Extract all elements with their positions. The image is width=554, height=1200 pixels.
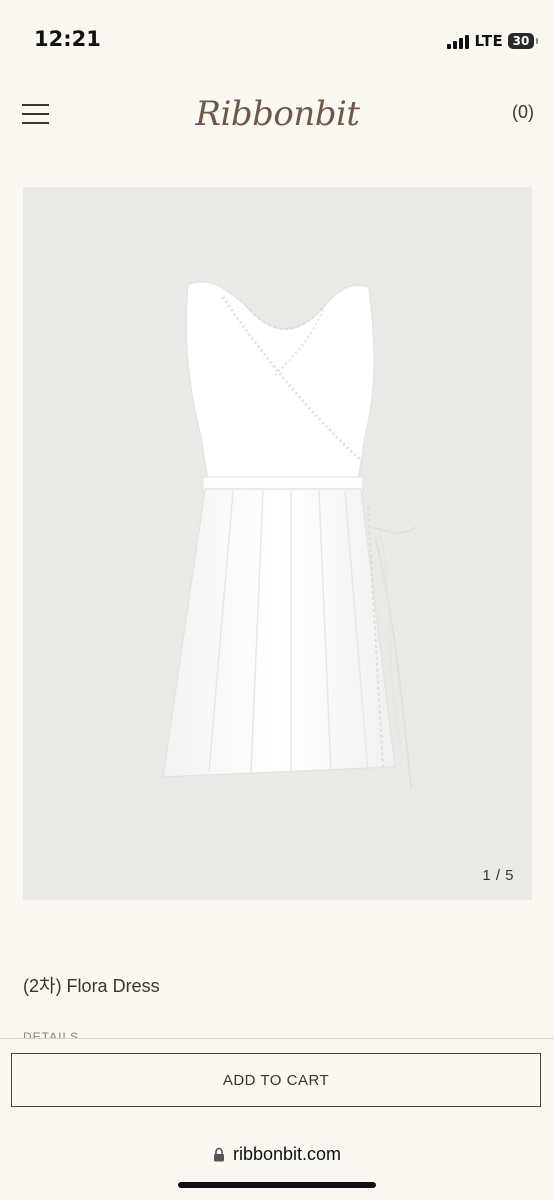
details-label[interactable]: DETAILS xyxy=(23,1030,79,1038)
network-label: LTE xyxy=(474,32,503,50)
product-gallery[interactable]: 1 / 5 xyxy=(23,187,532,900)
status-bar: 12:21 LTE 30 xyxy=(0,0,554,80)
status-indicators: LTE 30 xyxy=(446,30,538,52)
url-display[interactable]: ribbonbit.com xyxy=(0,1142,554,1166)
site-header: Ribbonbit (0) xyxy=(0,80,554,150)
lock-icon xyxy=(213,1147,224,1161)
home-indicator[interactable] xyxy=(178,1182,376,1188)
product-title: (2차) Flora Dress xyxy=(23,976,160,996)
add-to-cart-button[interactable]: ADD TO CART xyxy=(11,1053,541,1107)
url-text: ribbonbit.com xyxy=(232,1143,342,1164)
gallery-counter: 1 / 5 xyxy=(482,867,514,884)
product-image xyxy=(162,281,417,788)
battery-icon: 30 xyxy=(508,33,538,49)
signal-icon xyxy=(446,33,469,49)
browser-address-bar: ribbonbit.com xyxy=(0,1134,554,1200)
brand-logo[interactable]: Ribbonbit xyxy=(190,86,365,142)
battery-level: 30 xyxy=(512,34,530,48)
status-time: 12:21 xyxy=(34,27,101,51)
cart-count-link[interactable]: (0) xyxy=(512,102,534,123)
cart-bar: ADD TO CART xyxy=(0,1038,554,1135)
hamburger-menu-icon[interactable] xyxy=(22,102,49,124)
